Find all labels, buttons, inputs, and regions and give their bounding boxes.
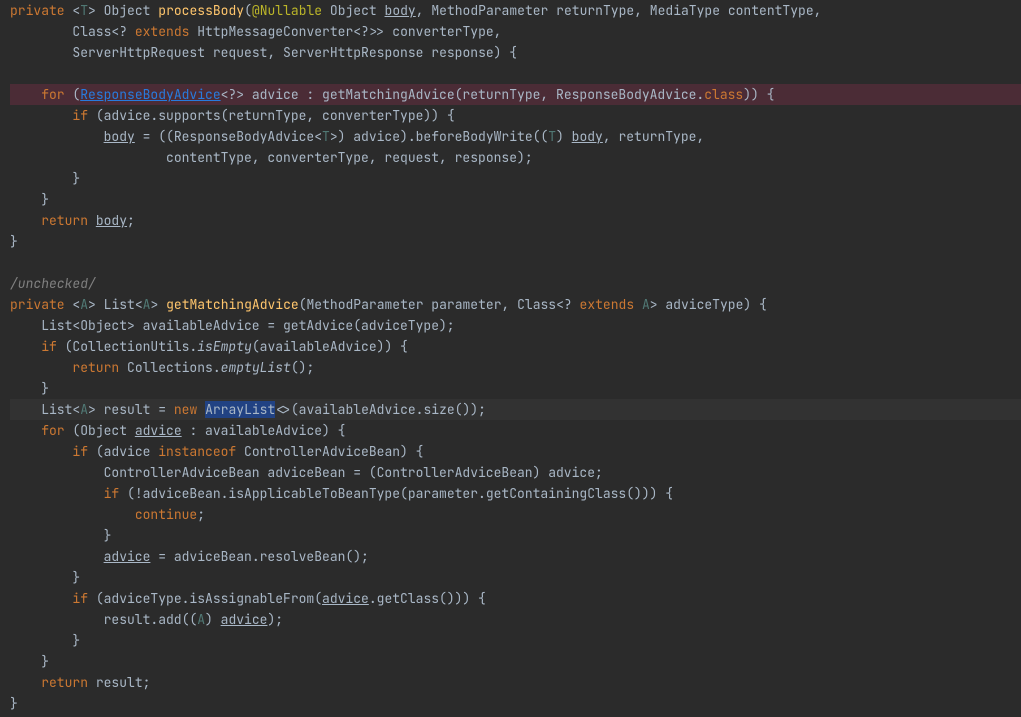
method-name: getMatchingAdvice	[166, 296, 299, 313]
code-line: }	[10, 651, 1021, 672]
annotation-nullable: @Nullable	[252, 2, 322, 19]
blank-line	[10, 63, 1021, 84]
blank-line	[10, 252, 1021, 273]
highlighted-line: for (ResponseBodyAdvice<?> advice : getM…	[10, 84, 1021, 105]
type-param: T	[80, 2, 88, 19]
code-line: List<Object> availableAdvice = getAdvice…	[10, 315, 1021, 336]
code-line: result.add((A) advice);	[10, 609, 1021, 630]
code-line: if (!adviceBean.isApplicableToBeanType(p…	[10, 483, 1021, 504]
code-line: ControllerAdviceBean adviceBean = (Contr…	[10, 462, 1021, 483]
code-line: private <T> Object processBody(@Nullable…	[10, 0, 1021, 21]
code-line: }	[10, 567, 1021, 588]
code-line: if (CollectionUtils.isEmpty(availableAdv…	[10, 336, 1021, 357]
code-line: Class<? extends HttpMessageConverter<?>>…	[10, 21, 1021, 42]
method-name: processBody	[158, 2, 244, 19]
current-line: List<A> result = new ArrayList<>(availab…	[10, 399, 1021, 420]
code-line: /unchecked/	[10, 273, 1021, 294]
code-line: advice = adviceBean.resolveBean();	[10, 546, 1021, 567]
code-line: continue;	[10, 504, 1021, 525]
code-line: return Collections.emptyList();	[10, 357, 1021, 378]
code-line: if (advice.supports(returnType, converte…	[10, 105, 1021, 126]
keyword-private: private	[10, 2, 65, 19]
code-line: }	[10, 693, 1021, 714]
code-line: }	[10, 168, 1021, 189]
type: Object	[104, 2, 151, 19]
code-line: return body;	[10, 210, 1021, 231]
param-body: body	[385, 2, 416, 19]
code-line: ServerHttpRequest request, ServerHttpRes…	[10, 42, 1021, 63]
code-line: }	[10, 189, 1021, 210]
link-responsebodyadvice[interactable]: ResponseBodyAdvice	[80, 86, 220, 103]
code-line: body = ((ResponseBodyAdvice<T>) advice).…	[10, 126, 1021, 147]
comment-unchecked: /unchecked/	[10, 275, 96, 292]
code-line: }	[10, 378, 1021, 399]
code-line: contentType, converterType, request, res…	[10, 147, 1021, 168]
code-line: if (adviceType.isAssignableFrom(advice.g…	[10, 588, 1021, 609]
code-line: if (advice instanceof ControllerAdviceBe…	[10, 441, 1021, 462]
code-line: }	[10, 231, 1021, 252]
code-line: for (Object advice : availableAdvice) {	[10, 420, 1021, 441]
selection-arraylist[interactable]: ArrayList	[205, 401, 275, 418]
code-line: }	[10, 630, 1021, 651]
code-line: return result;	[10, 672, 1021, 693]
code-line: private <A> List<A> getMatchingAdvice(Me…	[10, 294, 1021, 315]
code-line: }	[10, 525, 1021, 546]
code-editor[interactable]: private <T> Object processBody(@Nullable…	[0, 0, 1021, 714]
